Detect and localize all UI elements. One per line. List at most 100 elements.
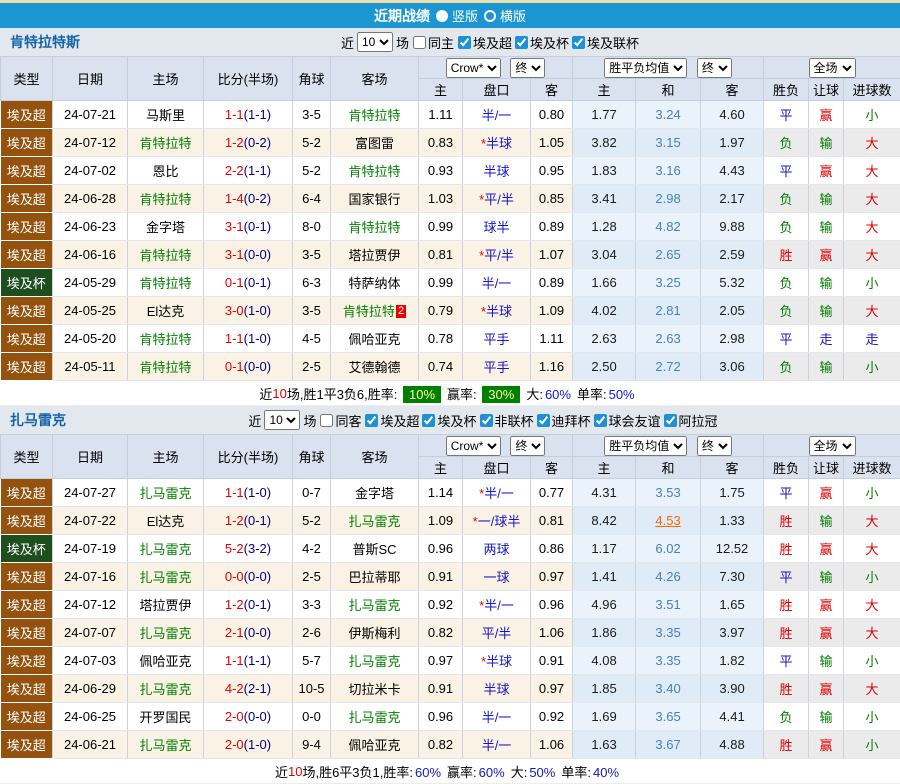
- league-checkbox[interactable]: [515, 36, 528, 49]
- league-checkbox[interactable]: [664, 414, 677, 427]
- halftime-score: (0-1): [244, 513, 271, 528]
- avg-type-select[interactable]: 胜平负均值: [604, 436, 687, 456]
- summary-stat-label: 单率:: [577, 387, 607, 402]
- score-cell: 1-2(0-1): [204, 507, 293, 535]
- score-cell: 3-0(1-0): [204, 297, 293, 325]
- odds-time-select[interactable]: 终: [510, 436, 545, 456]
- avg-draw-cell: 6.02: [636, 535, 701, 563]
- summary-stat-label: 单率:: [561, 765, 591, 780]
- col-header-avg-away: 客: [701, 79, 764, 101]
- league-filter[interactable]: 非联杯: [479, 411, 534, 430]
- avg-away-cell: 4.88: [701, 731, 764, 759]
- home-odds-cell: 0.82: [419, 619, 463, 647]
- col-header-result-handicap: 让球: [809, 79, 844, 101]
- avg-away-cell: 1.75: [701, 479, 764, 507]
- fulltime-score: 0-1: [225, 359, 244, 374]
- home-team-cell: 肯特拉特: [128, 325, 204, 353]
- league-filter[interactable]: 埃及联杯: [571, 33, 639, 52]
- fulltime-score: 3-1: [225, 247, 244, 262]
- odds-company-select[interactable]: Crow*: [446, 436, 501, 456]
- home-team-cell: 肯特拉特: [128, 353, 204, 381]
- score-cell: 2-2(1-1): [204, 157, 293, 185]
- fulltime-score: 1-4: [225, 191, 244, 206]
- handicap-value: 半球: [483, 682, 509, 697]
- halftime-score: (1-0): [244, 303, 271, 318]
- league-type-cell: 埃及超: [1, 703, 53, 731]
- avg-home-cell: 4.02: [573, 297, 636, 325]
- away-team-name: 普斯SC: [352, 542, 396, 557]
- result-wdl-cell: 负: [764, 703, 809, 731]
- summary-stat-label: 胜率:: [368, 387, 401, 402]
- league-checkbox[interactable]: [422, 414, 435, 427]
- league-label: 埃及超: [473, 33, 512, 52]
- vertical-layout-radio[interactable]: [436, 10, 448, 22]
- avg-time-select[interactable]: 终: [697, 58, 732, 78]
- league-filter[interactable]: 埃及超: [457, 33, 512, 52]
- league-filter[interactable]: 迪拜杯: [536, 411, 591, 430]
- match-row: 埃及杯24-07-19扎马雷克5-2(3-2)4-2普斯SC0.96两球0.86…: [1, 535, 900, 563]
- odds-time-select[interactable]: 终: [510, 58, 545, 78]
- away-team-name: 扎马雷克: [348, 654, 400, 669]
- match-count-select[interactable]: 10: [357, 32, 393, 52]
- home-team-name: 扎马雷克: [139, 626, 191, 641]
- league-type-cell: 埃及超: [1, 157, 53, 185]
- same-side-filter[interactable]: 同客: [319, 411, 361, 430]
- scope-select[interactable]: 全场: [809, 436, 856, 456]
- summary-match-count: 10: [288, 764, 302, 779]
- handicap-cell: 平手: [463, 325, 531, 353]
- same-side-filter[interactable]: 同主: [412, 33, 454, 52]
- avg-draw-cell: 3.35: [636, 619, 701, 647]
- avg-home-cell: 1.83: [573, 157, 636, 185]
- league-checkbox[interactable]: [572, 36, 585, 49]
- league-checkbox[interactable]: [480, 414, 493, 427]
- result-wdl-cell: 胜: [764, 731, 809, 759]
- league-filter[interactable]: 球会友谊: [593, 411, 661, 430]
- league-filter[interactable]: 埃及超: [364, 411, 419, 430]
- away-team-cell: 普斯SC: [331, 535, 419, 563]
- col-header-result-wdl: 胜负: [764, 79, 809, 101]
- avg-time-select[interactable]: 终: [697, 436, 732, 456]
- league-checkbox[interactable]: [594, 414, 607, 427]
- summary-stat-value: 60%: [415, 765, 441, 780]
- score-cell: 1-1(1-0): [204, 479, 293, 507]
- home-odds-cell: 1.03: [419, 185, 463, 213]
- corner-cell: 3-5: [293, 101, 331, 129]
- table-group-header-row: 类型 日期 主场 比分(半场) 角球 客场 Crow* 终 胜平负均值 终: [1, 435, 900, 457]
- col-header-result-goals: 进球数: [844, 79, 900, 101]
- result-handicap-cell: 输: [809, 185, 844, 213]
- score-cell: 2-1(0-0): [204, 619, 293, 647]
- result-wdl-cell: 负: [764, 269, 809, 297]
- date-cell: 24-06-16: [53, 241, 128, 269]
- home-team-cell: 肯特拉特: [128, 185, 204, 213]
- score-cell: 1-1(1-0): [204, 325, 293, 353]
- league-checkbox[interactable]: [365, 414, 378, 427]
- team-section: 肯特拉特斯 近 10 场 同主 埃及超埃及杯埃及联杯: [0, 28, 900, 406]
- away-team-cell: 艾德翰德: [331, 353, 419, 381]
- league-checkbox[interactable]: [458, 36, 471, 49]
- handicap-cell: 平手: [463, 353, 531, 381]
- league-filter[interactable]: 埃及杯: [514, 33, 569, 52]
- horizontal-layout-radio[interactable]: [484, 10, 496, 22]
- home-odds-cell: 0.91: [419, 563, 463, 591]
- result-wdl-cell: 平: [764, 325, 809, 353]
- col-header-avg-home: 主: [573, 79, 636, 101]
- league-filter[interactable]: 阿拉冠: [663, 411, 718, 430]
- same-side-checkbox[interactable]: [413, 36, 426, 49]
- date-cell: 24-06-29: [53, 675, 128, 703]
- scope-select[interactable]: 全场: [809, 58, 856, 78]
- away-team-name: 巴拉蒂耶: [348, 570, 400, 585]
- same-side-checkbox[interactable]: [320, 414, 333, 427]
- home-odds-cell: 0.78: [419, 325, 463, 353]
- date-cell: 24-07-02: [53, 157, 128, 185]
- odds-company-select[interactable]: Crow*: [446, 58, 501, 78]
- away-team-cell: 肯特拉特: [331, 157, 419, 185]
- match-count-select[interactable]: 10: [264, 410, 300, 430]
- avg-type-select[interactable]: 胜平负均值: [604, 58, 687, 78]
- league-checkbox[interactable]: [537, 414, 550, 427]
- home-team-cell: 肯特拉特: [128, 241, 204, 269]
- league-filter[interactable]: 埃及杯: [421, 411, 476, 430]
- avg-draw-cell[interactable]: 4.53: [636, 507, 701, 535]
- league-type-cell: 埃及超: [1, 507, 53, 535]
- home-team-cell: 开罗国民: [128, 703, 204, 731]
- summary-stat-label: 胜率:: [383, 765, 413, 780]
